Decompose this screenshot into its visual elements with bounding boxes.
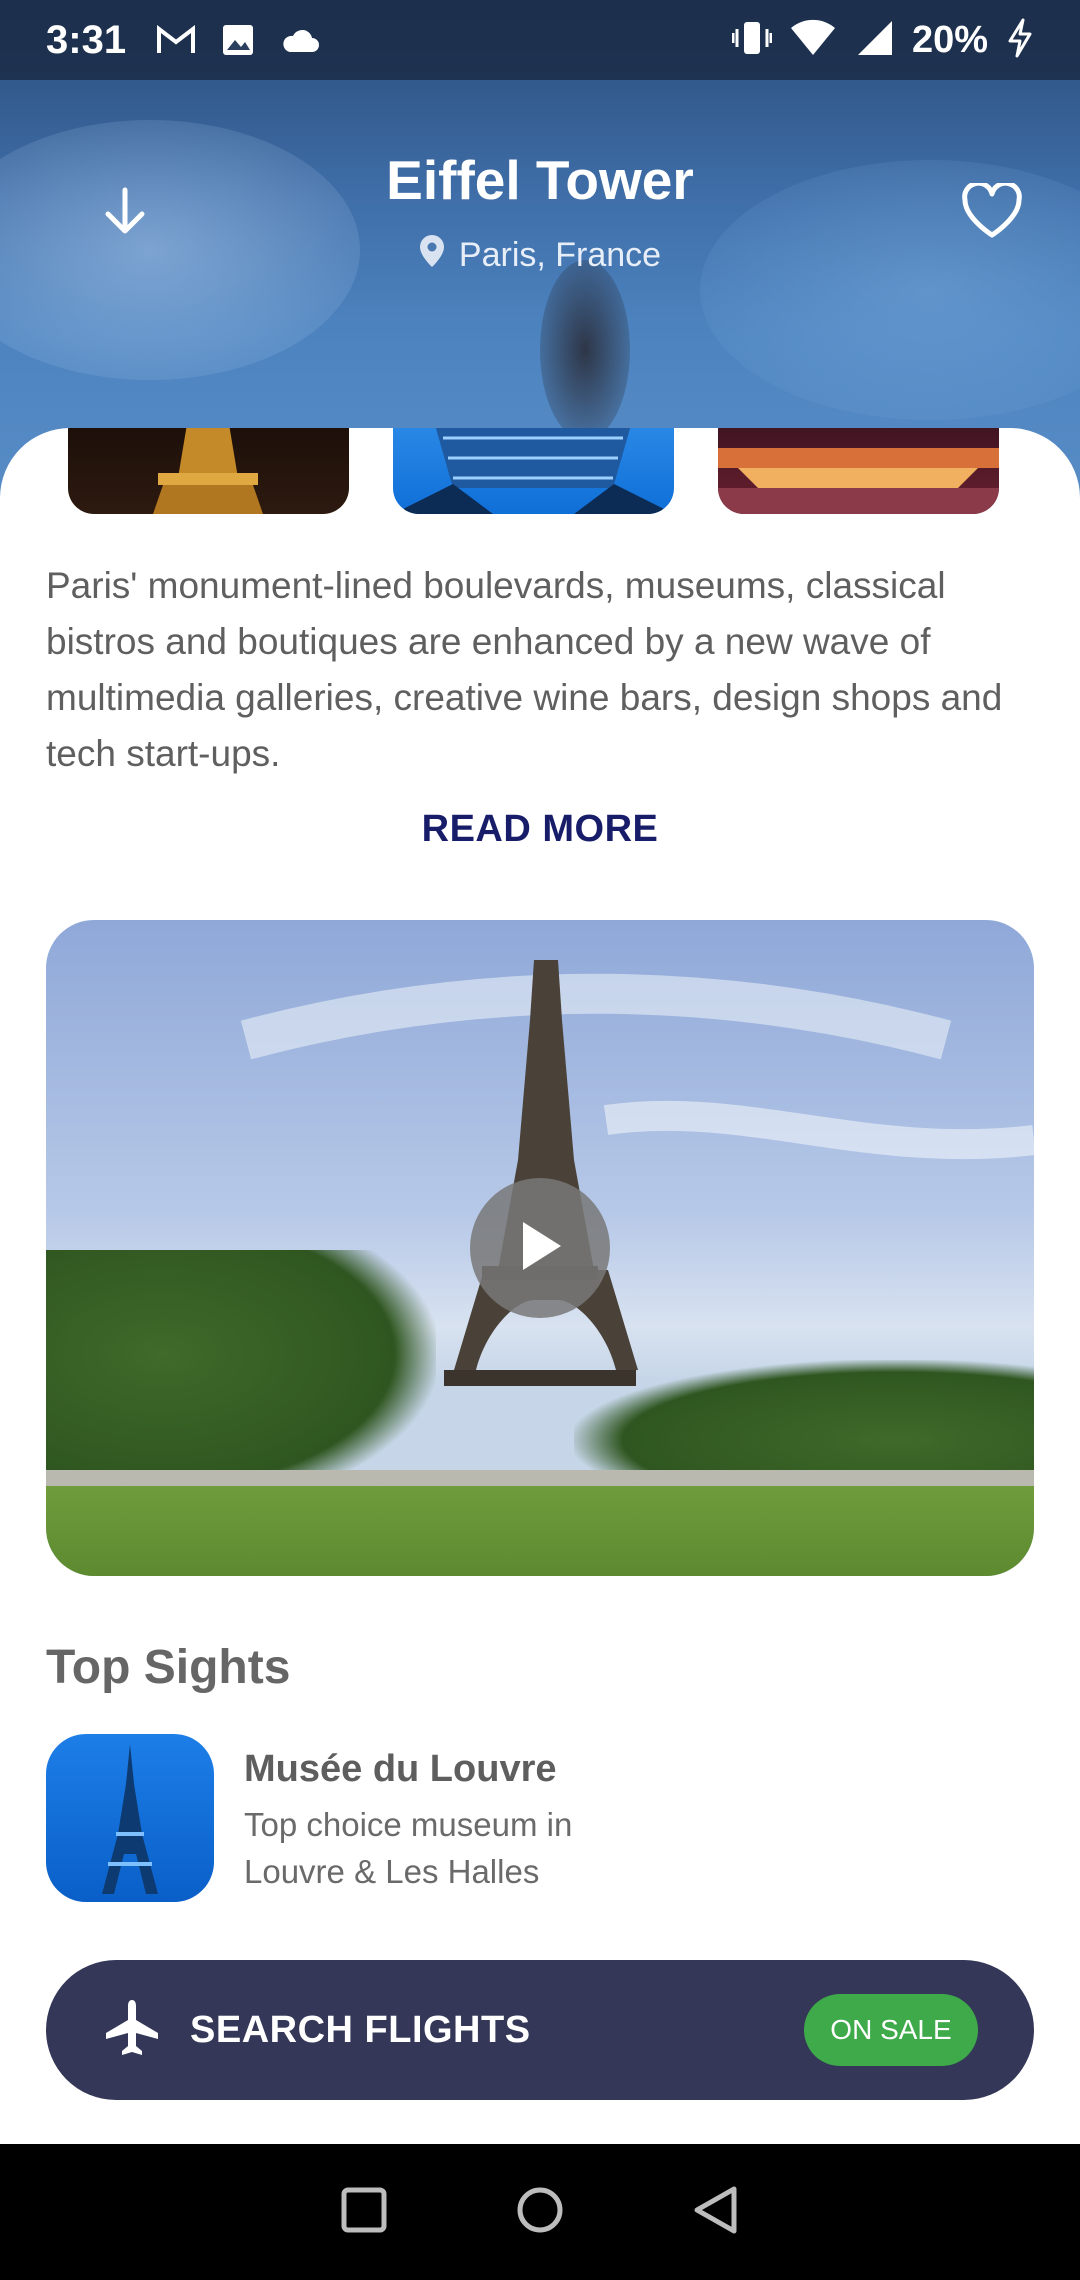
- read-more-button[interactable]: READ MORE: [0, 808, 1080, 851]
- gallery-thumbnail[interactable]: [68, 428, 349, 514]
- vibrate-icon: [731, 19, 773, 62]
- wifi-icon: [790, 19, 836, 62]
- search-flights-label: SEARCH FLIGHTS: [190, 2008, 531, 2051]
- top-sights-heading: Top Sights: [46, 1641, 291, 1694]
- location-text: Paris, France: [458, 236, 662, 274]
- gallery-thumbnail[interactable]: [393, 428, 674, 514]
- location-pin-icon: [419, 234, 445, 277]
- video-player[interactable]: [46, 920, 1034, 1576]
- back-button[interactable]: [686, 2182, 746, 2242]
- square-icon: [341, 2187, 387, 2238]
- status-time: 3:31: [46, 17, 127, 62]
- charging-icon: [1006, 18, 1034, 63]
- content-sheet: Paris' monument-lined boulevards, museum…: [0, 428, 1080, 2144]
- battery-percentage: 20%: [911, 18, 988, 61]
- sight-list-item[interactable]: Musée du Louvre Top choice museum in Lou…: [46, 1734, 1036, 1904]
- play-button[interactable]: [470, 1178, 610, 1318]
- play-icon: [515, 1218, 565, 1279]
- search-flights-button[interactable]: SEARCH FLIGHTS ON SALE: [46, 1960, 1034, 2100]
- airplane-icon: [102, 1998, 162, 2063]
- favorite-button[interactable]: [952, 178, 1032, 248]
- sight-thumbnail: [46, 1734, 214, 1902]
- triangle-back-icon: [692, 2185, 740, 2240]
- location-line: Paris, France: [0, 234, 1080, 277]
- image-icon: [218, 20, 258, 60]
- recents-button[interactable]: [334, 2182, 394, 2242]
- circle-icon: [515, 2185, 565, 2240]
- sight-description: Top choice museum in Louvre & Les Halles: [244, 1806, 573, 1890]
- sight-name: Musée du Louvre: [244, 1748, 557, 1790]
- cloud-icon: [280, 20, 320, 60]
- page-title: Eiffel Tower: [386, 149, 694, 211]
- heart-outline-icon: [961, 180, 1023, 244]
- status-bar: 3:31 20%: [0, 0, 1080, 80]
- gallery-thumbnail[interactable]: [718, 428, 999, 514]
- home-button[interactable]: [510, 2182, 570, 2242]
- destination-description: Paris' monument-lined boulevards, museum…: [46, 565, 1003, 774]
- on-sale-badge: ON SALE: [804, 1994, 978, 2066]
- gmail-icon: [156, 20, 196, 60]
- signal-icon: [854, 19, 894, 62]
- gallery-strip: [68, 428, 999, 514]
- navigation-bar: [0, 2144, 1080, 2280]
